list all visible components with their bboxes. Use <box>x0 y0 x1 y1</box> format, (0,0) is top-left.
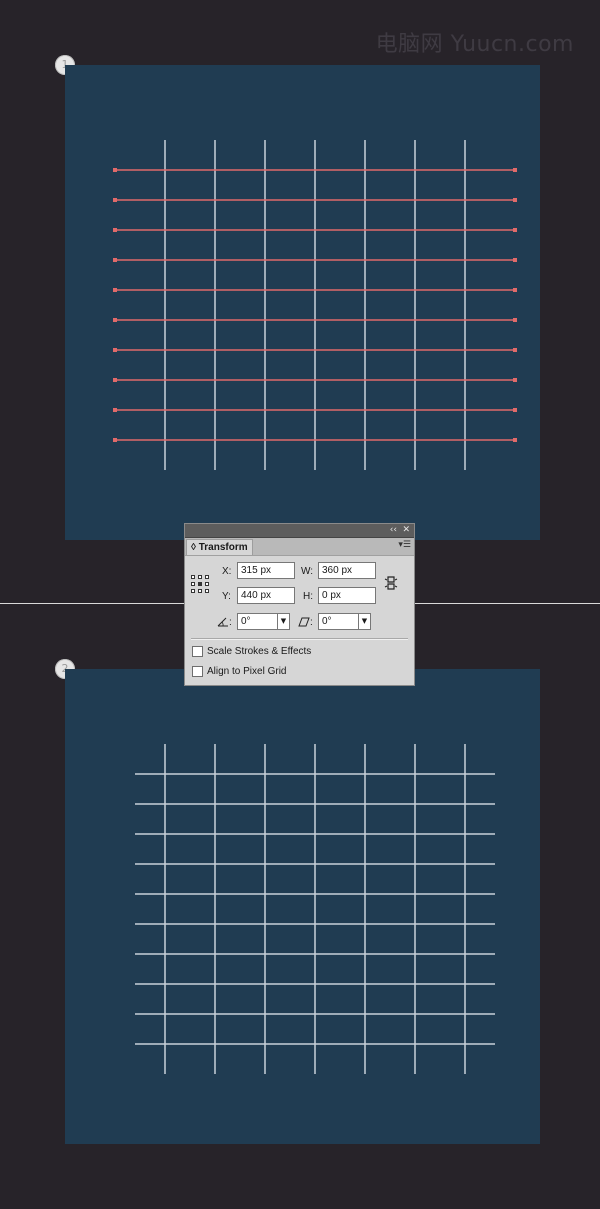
close-icon[interactable]: ✕ <box>402 524 410 536</box>
h-label: H: <box>303 591 313 602</box>
panel-menu-icon[interactable]: ▾☰ <box>398 540 411 550</box>
align-pixel-grid-checkbox[interactable] <box>192 666 203 677</box>
w-label: W: <box>301 566 314 577</box>
anchor-point <box>113 288 117 292</box>
align-pixel-grid-label[interactable]: Align to Pixel Grid <box>207 666 286 677</box>
panel-titlebar[interactable]: ‹‹ ✕ <box>185 524 414 538</box>
shear-dropdown-chevron-down-icon[interactable]: ▼ <box>358 613 371 630</box>
scale-strokes-checkbox[interactable] <box>192 646 203 657</box>
watermark: 电脑网 Yuucn.com <box>375 32 574 57</box>
anchor-point <box>113 408 117 412</box>
rotate-dropdown-chevron-down-icon[interactable]: ▼ <box>277 613 290 630</box>
anchor-point <box>513 408 517 412</box>
panel-divider <box>191 638 408 639</box>
anchor-point <box>513 438 517 442</box>
y-field[interactable]: 440 px <box>237 587 295 604</box>
transform-panel[interactable]: ‹‹ ✕ ◊ Transform ▾☰ X: 315 px W: 360 px … <box>184 523 415 686</box>
anchor-point <box>513 348 517 352</box>
grid-step-2 <box>135 744 495 1074</box>
anchor-point <box>513 318 517 322</box>
anchor-point <box>513 198 517 202</box>
artboard-step-1 <box>65 65 540 540</box>
shear-icon <box>298 617 310 627</box>
anchor-point <box>513 228 517 232</box>
reference-point-locator[interactable] <box>191 575 209 593</box>
anchor-point <box>113 198 117 202</box>
anchor-point <box>113 258 117 262</box>
y-label: Y: <box>222 591 231 602</box>
anchor-point <box>513 378 517 382</box>
rotate-field[interactable]: 0° <box>237 613 278 630</box>
tab-transform-label: Transform <box>198 542 248 553</box>
w-field[interactable]: 360 px <box>318 562 376 579</box>
h-field[interactable]: 0 px <box>318 587 376 604</box>
anchor-point <box>113 228 117 232</box>
panel-tab-strip: ◊ Transform ▾☰ <box>185 538 414 556</box>
rotate-icon <box>217 617 228 627</box>
x-field[interactable]: 315 px <box>237 562 295 579</box>
anchor-point <box>113 168 117 172</box>
shear-field[interactable]: 0° <box>318 613 359 630</box>
constrain-proportions-icon[interactable] <box>384 575 398 591</box>
shear-label: : <box>310 617 313 628</box>
anchor-point <box>113 318 117 322</box>
anchor-point <box>513 168 517 172</box>
anchor-point <box>113 438 117 442</box>
anchor-point <box>113 378 117 382</box>
rotate-label: : <box>229 617 232 628</box>
x-label: X: <box>222 566 232 577</box>
anchor-point <box>513 258 517 262</box>
tab-toggle-icon: ◊ <box>191 542 196 553</box>
scale-strokes-label[interactable]: Scale Strokes & Effects <box>207 646 311 657</box>
anchor-point <box>513 288 517 292</box>
tab-transform[interactable]: ◊ Transform <box>186 539 253 555</box>
grid-step-1 <box>113 140 517 470</box>
artboard-step-2 <box>65 669 540 1144</box>
double-chevron-left-icon[interactable]: ‹‹ <box>390 524 397 536</box>
anchor-point <box>113 348 117 352</box>
